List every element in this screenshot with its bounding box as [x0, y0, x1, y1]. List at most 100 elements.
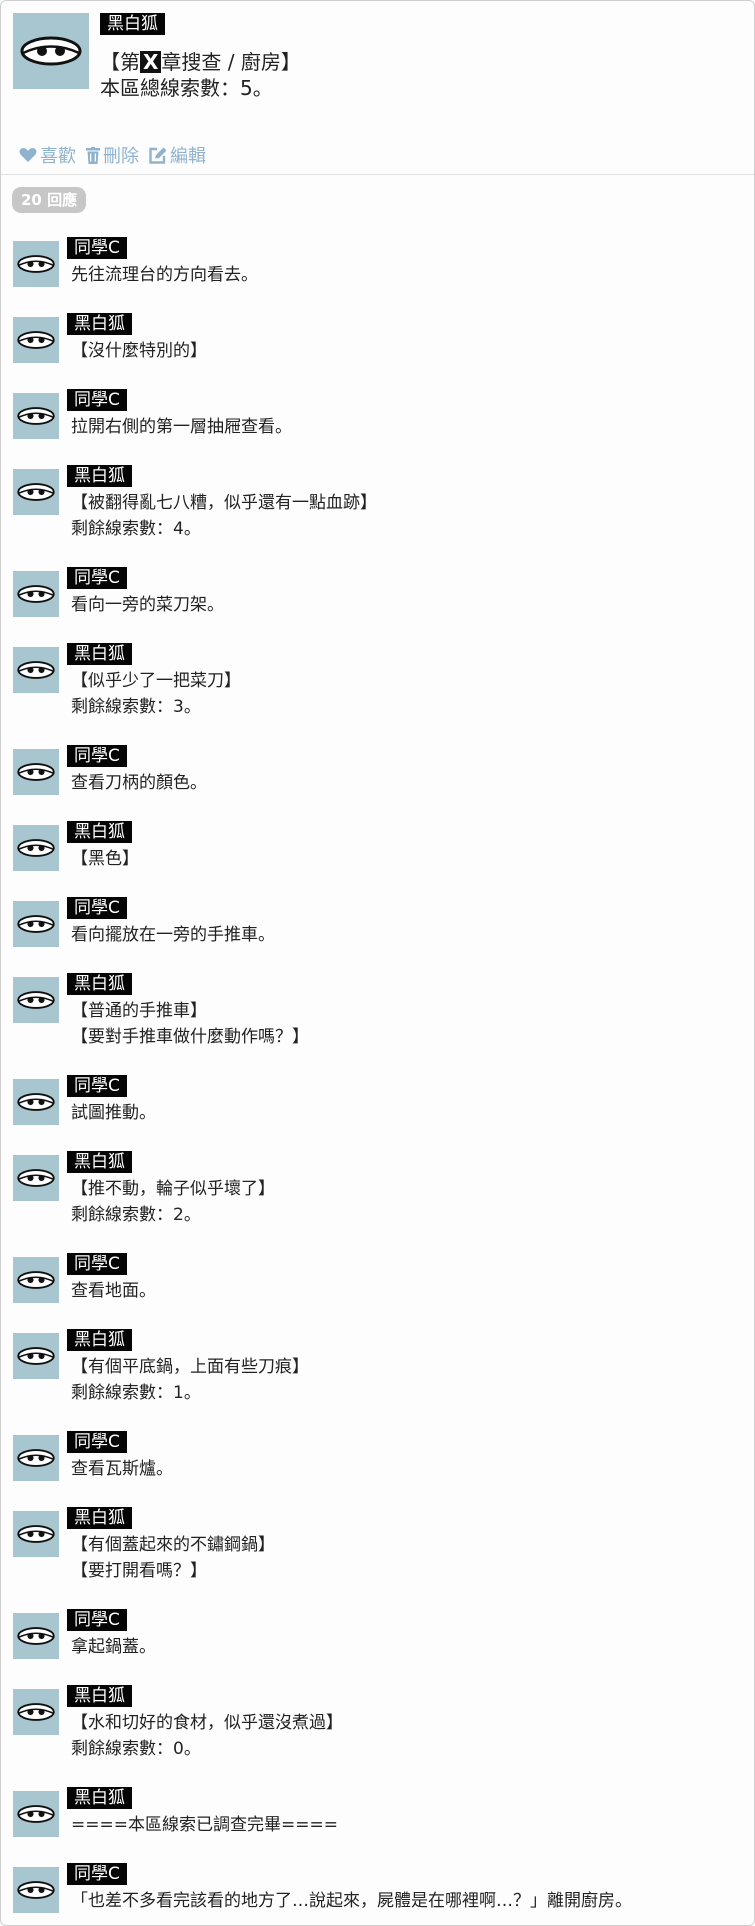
reply-author-name[interactable]: 同學C — [67, 1253, 127, 1275]
reply-text-line: 查看瓦斯爐。 — [71, 1459, 173, 1479]
reply-text: 查看瓦斯爐。 — [71, 1456, 173, 1482]
post-body: 【第 X 章搜查 / 廚房】 本區總線索數：5。 — [100, 49, 301, 101]
reply-avatar[interactable] — [13, 1079, 59, 1125]
reply-author-name[interactable]: 黑白狐 — [67, 1507, 132, 1529]
eye-avatar-icon — [17, 1093, 55, 1111]
reply-author-name[interactable]: 同學C — [67, 567, 127, 589]
delete-button[interactable]: 刪除 — [86, 142, 139, 168]
eye-avatar-icon — [17, 661, 55, 679]
reply-author-name[interactable]: 黑白狐 — [67, 973, 132, 995]
reply-text-line: 【要對手推車做什麼動作嗎？】 — [71, 1027, 309, 1047]
reply-avatar[interactable] — [13, 1155, 59, 1201]
edit-icon — [149, 147, 167, 164]
heart-icon — [19, 148, 37, 162]
reply-author-name[interactable]: 黑白狐 — [67, 1151, 132, 1173]
reply-avatar[interactable] — [13, 1689, 59, 1735]
reply-avatar[interactable] — [13, 1511, 59, 1557]
reply-avatar[interactable] — [13, 571, 59, 617]
reply-avatar[interactable] — [13, 469, 59, 515]
reply-avatar[interactable] — [13, 1257, 59, 1303]
reply-author-name[interactable]: 黑白狐 — [67, 1685, 132, 1707]
reply-text-line: 「也差不多看完該看的地方了…說起來，屍體是在哪裡啊…？」離開廚房。 — [71, 1891, 632, 1911]
reply-author-name[interactable]: 黑白狐 — [67, 1787, 132, 1809]
reply-author-name[interactable]: 黑白狐 — [67, 821, 132, 843]
reply-text: 【有個蓋起來的不鏽鋼鍋】 【要打開看嗎？】 — [71, 1532, 275, 1584]
reply-text: 看向擺放在一旁的手推車。 — [71, 922, 275, 948]
like-label: 喜歡 — [40, 146, 76, 167]
author-avatar[interactable] — [13, 13, 89, 89]
eye-avatar-icon — [20, 36, 82, 66]
reply-author-name[interactable]: 黑白狐 — [67, 643, 132, 665]
reply-text: 【沒什麼特別的】 — [71, 338, 207, 364]
reply-avatar[interactable] — [13, 749, 59, 795]
reply-avatar[interactable] — [13, 901, 59, 947]
post-actions: 喜歡 刪除 編輯 — [19, 142, 206, 168]
reply-text-line: 【黑色】 — [71, 849, 139, 869]
eye-avatar-icon — [17, 839, 55, 857]
eye-avatar-icon — [17, 763, 55, 781]
reply-author-name[interactable]: 同學C — [67, 745, 127, 767]
reply-text: 先往流理台的方向看去。 — [71, 262, 258, 288]
reply-text: 「也差不多看完該看的地方了…說起來，屍體是在哪裡啊…？」離開廚房。 — [71, 1888, 632, 1914]
eye-avatar-icon — [17, 1169, 55, 1187]
reply-author-name[interactable]: 同學C — [67, 1431, 127, 1453]
reply-author-name[interactable]: 同學C — [67, 897, 127, 919]
reply-avatar[interactable] — [13, 1867, 59, 1913]
reply-author-name[interactable]: 同學C — [67, 1609, 127, 1631]
eye-avatar-icon — [17, 255, 55, 273]
post-author-name[interactable]: 黑白狐 — [100, 13, 165, 35]
reply-avatar[interactable] — [13, 1791, 59, 1837]
reply-text-line: 試圖推動。 — [71, 1103, 156, 1123]
reply-avatar[interactable] — [13, 977, 59, 1023]
reply-text: 試圖推動。 — [71, 1100, 156, 1126]
trash-icon — [86, 146, 100, 164]
reply-avatar[interactable] — [13, 647, 59, 693]
reply-avatar[interactable] — [13, 825, 59, 871]
reply-text: 【被翻得亂七八糟，似乎還有一點血跡】 剩餘線索數：4。 — [71, 490, 377, 542]
eye-avatar-icon — [17, 1271, 55, 1289]
reply-text-line: 剩餘線索數：1。 — [71, 1383, 201, 1403]
reply-avatar[interactable] — [13, 317, 59, 363]
reply-author-name[interactable]: 黑白狐 — [67, 313, 132, 335]
like-button[interactable]: 喜歡 — [19, 142, 76, 168]
reply-text-line: 【要打開看嗎？】 — [71, 1561, 207, 1581]
reply-author-name[interactable]: 同學C — [67, 389, 127, 411]
reply-text-line: 【沒什麼特別的】 — [71, 341, 207, 361]
reply-author-name[interactable]: 同學C — [67, 237, 127, 259]
reply-text: 【水和切好的食材，似乎還沒煮過】 剩餘線索數：0。 — [71, 1710, 343, 1762]
reply-text-line: 【有個平底鍋，上面有些刀痕】 — [71, 1357, 309, 1377]
reply-avatar[interactable] — [13, 241, 59, 287]
eye-avatar-icon — [17, 1347, 55, 1365]
reply-text-line: 看向一旁的菜刀架。 — [71, 595, 224, 615]
eye-avatar-icon — [17, 331, 55, 349]
reply-text-line: 【有個蓋起來的不鏽鋼鍋】 — [71, 1535, 275, 1555]
reply-avatar[interactable] — [13, 1333, 59, 1379]
reply-text: 【有個平底鍋，上面有些刀痕】 剩餘線索數：1。 — [71, 1354, 309, 1406]
eye-avatar-icon — [17, 1525, 55, 1543]
reply-avatar[interactable] — [13, 393, 59, 439]
reply-text-line: 剩餘線索數：0。 — [71, 1739, 201, 1759]
delete-label: 刪除 — [103, 146, 139, 167]
edit-button[interactable]: 編輯 — [149, 142, 206, 168]
reply-text-line: ====本區線索已調查完畢==== — [71, 1815, 338, 1835]
reply-author-name[interactable]: 同學C — [67, 1075, 127, 1097]
reply-text: 拉開右側的第一層抽屜查看。 — [71, 414, 292, 440]
eye-avatar-icon — [17, 1627, 55, 1645]
reply-text-line: 查看地面。 — [71, 1281, 156, 1301]
eye-avatar-icon — [17, 1881, 55, 1899]
reply-author-name[interactable]: 黑白狐 — [67, 1329, 132, 1351]
reply-avatar[interactable] — [13, 1435, 59, 1481]
reply-text-line: 拿起鍋蓋。 — [71, 1637, 156, 1657]
eye-avatar-icon — [17, 1805, 55, 1823]
reply-text: 【黑色】 — [71, 846, 139, 872]
reply-text-line: 【普通的手推車】 — [71, 1001, 207, 1021]
reply-avatar[interactable] — [13, 1613, 59, 1659]
reply-text-line: 看向擺放在一旁的手推車。 — [71, 925, 275, 945]
reply-author-name[interactable]: 黑白狐 — [67, 465, 132, 487]
reply-text-line: 【似乎少了一把菜刀】 — [71, 671, 241, 691]
post-clue-count: 本區總線索數：5。 — [100, 76, 273, 100]
post-header: 黑白狐 — [100, 13, 165, 35]
eye-avatar-icon — [17, 915, 55, 933]
reply-author-name[interactable]: 同學C — [67, 1863, 127, 1885]
eye-avatar-icon — [17, 1703, 55, 1721]
